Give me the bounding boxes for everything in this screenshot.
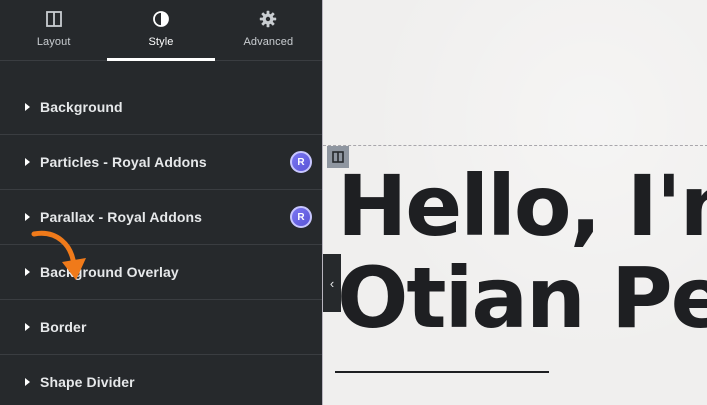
caret-right-icon <box>25 378 30 386</box>
tab-label: Layout <box>36 36 71 48</box>
editor-panel: Layout Style Advanced Background Particl… <box>0 0 322 405</box>
tab-advanced[interactable]: Advanced <box>215 0 322 60</box>
section-parallax-royal-addons[interactable]: Parallax - Royal Addons R <box>0 190 322 245</box>
section-label: Particles - Royal Addons <box>40 154 207 170</box>
section-border[interactable]: Border <box>0 300 322 355</box>
divider-line <box>335 371 549 373</box>
tab-style[interactable]: Style <box>107 0 215 61</box>
headline-line-1: Hello, I'm <box>337 157 707 255</box>
section-shape-divider[interactable]: Shape Divider <box>0 355 322 405</box>
caret-right-icon <box>25 103 30 111</box>
section-outline <box>323 145 707 146</box>
caret-right-icon <box>25 158 30 166</box>
section-label: Background <box>40 99 123 115</box>
headline-line-2: Otian Pe <box>337 249 707 347</box>
section-label: Background Overlay <box>40 264 179 280</box>
royal-addons-badge: R <box>290 151 312 173</box>
chevron-left-icon: ‹ <box>329 275 335 291</box>
tab-label: Style <box>148 36 174 48</box>
tab-label: Advanced <box>243 36 294 48</box>
section-particles-royal-addons[interactable]: Particles - Royal Addons R <box>0 135 322 190</box>
hero-headline[interactable]: Hello, I'm Otian Pe <box>337 160 707 344</box>
panel-tabs: Layout Style Advanced <box>0 0 322 61</box>
royal-addons-badge: R <box>290 206 312 228</box>
section-label: Shape Divider <box>40 374 135 390</box>
section-label: Parallax - Royal Addons <box>40 209 203 225</box>
page-canvas: ‹ Hello, I'm Otian Pe <box>322 0 707 405</box>
section-label: Border <box>40 319 87 335</box>
caret-right-icon <box>25 323 30 331</box>
tab-layout[interactable]: Layout <box>0 0 107 60</box>
gear-icon <box>260 10 277 28</box>
section-background-overlay[interactable]: Background Overlay <box>0 245 322 300</box>
style-sections-list: Background Particles - Royal Addons R Pa… <box>0 80 322 405</box>
section-background[interactable]: Background <box>0 80 322 135</box>
half-circle-contrast-icon <box>153 11 169 27</box>
layout-columns-icon <box>45 11 62 27</box>
caret-right-icon <box>25 268 30 276</box>
caret-right-icon <box>25 213 30 221</box>
